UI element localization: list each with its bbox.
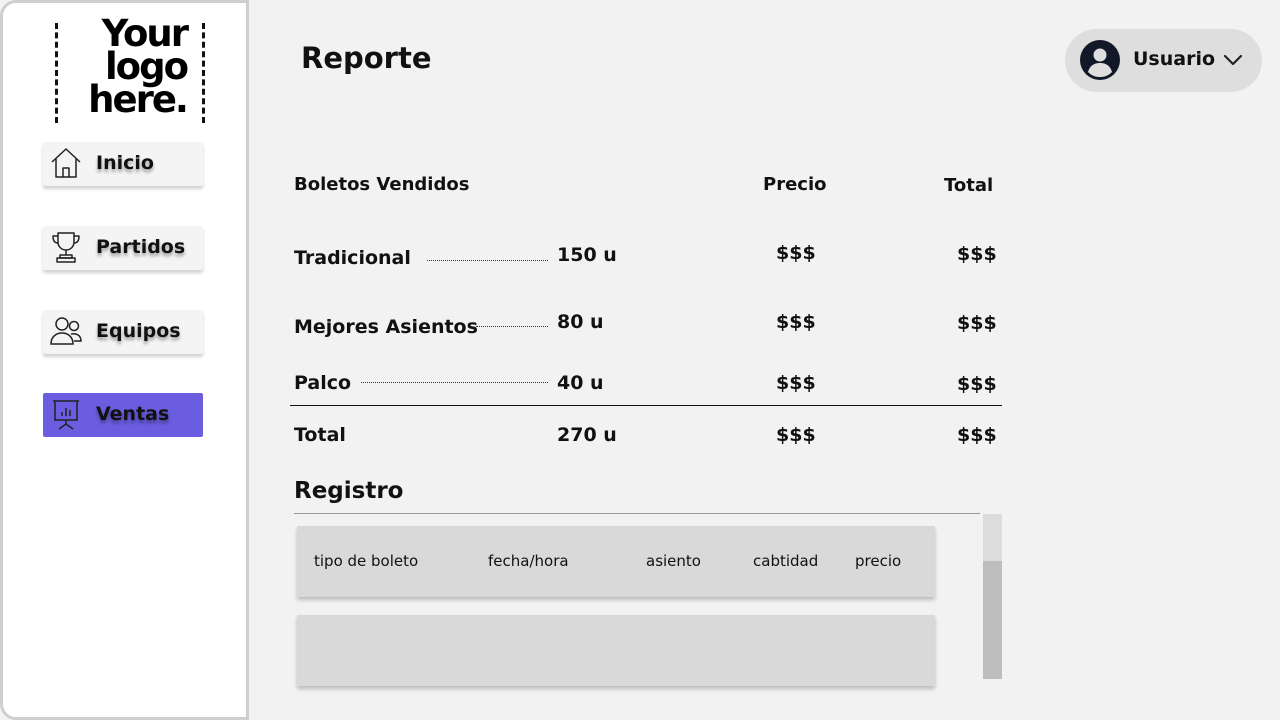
leader-dots xyxy=(361,382,548,383)
report-row-quantity: 80 u xyxy=(557,311,604,333)
user-menu[interactable]: Usuario xyxy=(1065,29,1262,92)
column-header-price: Precio xyxy=(763,174,827,195)
chevron-down-icon[interactable] xyxy=(1222,49,1244,71)
total-divider xyxy=(290,405,1002,406)
sidebar: Your logo here. Inicio Partidos Equipos … xyxy=(0,0,249,720)
sidebar-item-partidos[interactable]: Partidos xyxy=(43,226,203,270)
page-title: Reporte xyxy=(301,41,432,75)
table-row[interactable] xyxy=(297,615,935,686)
registro-table-header: tipo de boleto fecha/hora asiento cabtid… xyxy=(297,526,935,597)
column-header[interactable]: cabtidad xyxy=(753,552,818,570)
report-row-total: $$$ xyxy=(957,373,997,395)
section-title-registro: Registro xyxy=(294,478,404,504)
report-row-total: $$$ xyxy=(957,243,997,265)
trophy-icon xyxy=(52,232,80,263)
summary-price: $$$ xyxy=(776,424,816,446)
sidebar-item-ventas[interactable]: Ventas xyxy=(43,393,203,437)
report-row-price: $$$ xyxy=(776,372,816,394)
column-header[interactable]: tipo de boleto xyxy=(314,552,418,570)
sidebar-item-label: Ventas xyxy=(96,403,170,425)
presentation-chart-icon xyxy=(53,400,79,430)
column-header[interactable]: fecha/hora xyxy=(488,552,569,570)
sidebar-item-equipos[interactable]: Equipos xyxy=(43,310,203,354)
leader-dots xyxy=(427,260,548,261)
users-icon xyxy=(50,317,82,345)
summary-total: $$$ xyxy=(957,424,997,446)
report-row-quantity: 40 u xyxy=(557,372,604,394)
logo: Your logo here. xyxy=(88,12,189,121)
report-row-type: Palco xyxy=(294,372,352,394)
user-name: Usuario xyxy=(1133,48,1216,70)
report-row-price: $$$ xyxy=(776,311,816,333)
column-header-tickets: Boletos Vendidos xyxy=(294,174,470,195)
column-header[interactable]: asiento xyxy=(646,552,701,570)
report-row-total: $$$ xyxy=(957,312,997,334)
leader-dots xyxy=(476,326,548,327)
sidebar-item-inicio[interactable]: Inicio xyxy=(43,142,203,186)
user-avatar-icon xyxy=(1080,40,1120,80)
home-icon xyxy=(51,148,81,178)
scrollbar[interactable] xyxy=(983,514,1002,679)
sidebar-item-label: Inicio xyxy=(96,152,154,174)
scrollbar-thumb[interactable] xyxy=(983,561,1002,679)
report-row-quantity: 150 u xyxy=(557,244,617,266)
report-row-price: $$$ xyxy=(776,242,816,264)
report-row-type: Tradicional xyxy=(294,247,411,269)
report-row-type: Mejores Asientos xyxy=(294,316,478,338)
sidebar-item-label: Partidos xyxy=(96,236,186,258)
summary-label: Total xyxy=(294,424,346,446)
section-divider xyxy=(294,513,980,514)
sidebar-item-label: Equipos xyxy=(96,320,181,342)
column-header[interactable]: precio xyxy=(855,552,901,570)
summary-quantity: 270 u xyxy=(557,424,617,446)
column-header-total: Total xyxy=(944,175,994,196)
